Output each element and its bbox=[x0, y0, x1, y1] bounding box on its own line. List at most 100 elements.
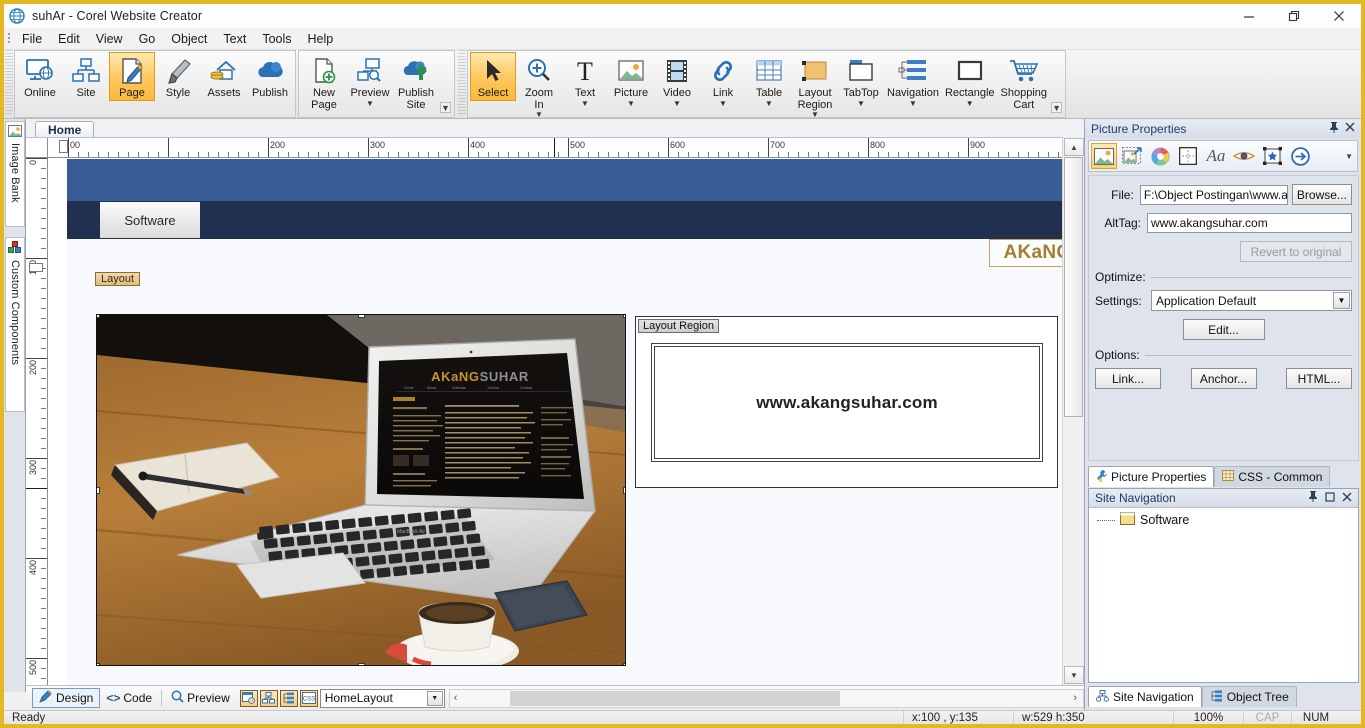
chevron-down-icon[interactable]: ▼ bbox=[366, 99, 374, 107]
tool-table[interactable]: Table ▼ bbox=[746, 52, 792, 108]
chevron-down-icon[interactable]: ▼ bbox=[765, 99, 773, 107]
sidebar-item-image-bank[interactable]: Image Bank bbox=[5, 121, 25, 227]
menu-tools[interactable]: Tools bbox=[254, 30, 299, 48]
settings-select[interactable]: Application Default ▼ bbox=[1151, 290, 1352, 311]
resize-handle-s[interactable] bbox=[358, 663, 365, 665]
layout-region-tag[interactable]: Layout Region bbox=[638, 319, 719, 333]
menu-go[interactable]: Go bbox=[131, 30, 164, 48]
page-properties-icon[interactable] bbox=[239, 689, 258, 707]
font-aa-icon[interactable]: Aa bbox=[1203, 143, 1229, 169]
resize-image-icon[interactable] bbox=[1119, 143, 1145, 169]
tool-preview[interactable]: Preview ▼ bbox=[347, 52, 393, 108]
tool-shopping-cart[interactable]: Shopping Cart bbox=[998, 52, 1051, 112]
resize-handle-ne[interactable] bbox=[623, 315, 625, 318]
chevron-down-icon[interactable]: ▼ bbox=[581, 99, 589, 107]
menu-text[interactable]: Text bbox=[215, 30, 254, 48]
chevron-down-icon[interactable]: ▼ bbox=[535, 111, 543, 119]
menu-edit[interactable]: Edit bbox=[50, 30, 88, 48]
chevron-down-icon[interactable]: ▼ bbox=[857, 99, 865, 107]
tool-page[interactable]: Page bbox=[109, 52, 155, 101]
chevron-down-icon[interactable]: ▼ bbox=[909, 99, 917, 107]
tool-style[interactable]: Style bbox=[155, 52, 201, 101]
resize-handle-w[interactable] bbox=[97, 487, 100, 494]
canvas-vertical-scrollbar[interactable]: ▲ ▼ bbox=[1062, 137, 1084, 685]
toolbar-grip-icon[interactable] bbox=[5, 50, 13, 116]
close-icon[interactable] bbox=[1342, 491, 1352, 505]
toolbar-overflow-button[interactable]: ▼ bbox=[440, 102, 451, 113]
view-preview-button[interactable]: Preview bbox=[165, 689, 236, 707]
tool-picture[interactable]: Picture ▼ bbox=[608, 52, 654, 108]
border-icon[interactable] bbox=[1175, 143, 1201, 169]
edit-button[interactable]: Edit... bbox=[1182, 319, 1265, 340]
maximize-button[interactable] bbox=[1271, 4, 1316, 28]
chevron-down-icon[interactable]: ▼ bbox=[426, 690, 443, 706]
tab-picture-properties[interactable]: Picture Properties bbox=[1088, 466, 1215, 487]
object-tree-icon[interactable] bbox=[279, 689, 298, 707]
chevron-down-icon[interactable]: ▼ bbox=[1333, 292, 1350, 309]
pin-icon[interactable] bbox=[1308, 491, 1318, 505]
tool-video[interactable]: Video ▼ bbox=[654, 52, 700, 108]
close-button[interactable] bbox=[1316, 4, 1361, 28]
tool-text[interactable]: T Text ▼ bbox=[562, 52, 608, 108]
canvas-horizontal-scrollbar[interactable]: ‹ › bbox=[448, 688, 1084, 708]
scroll-left-button[interactable]: ‹ bbox=[454, 692, 458, 704]
toolbar-overflow-button-2[interactable]: ▼ bbox=[1051, 102, 1063, 113]
scroll-down-button[interactable]: ▼ bbox=[1064, 666, 1084, 684]
picture-icon[interactable] bbox=[1091, 143, 1117, 169]
html-button[interactable]: HTML... bbox=[1286, 368, 1352, 389]
layout-select[interactable]: HomeLayout ▼ bbox=[319, 688, 445, 708]
tab-site-navigation[interactable]: Site Navigation bbox=[1088, 686, 1202, 707]
revert-to-original-button[interactable]: Revert to original bbox=[1240, 241, 1352, 262]
ruler-margin-marker[interactable] bbox=[59, 140, 68, 153]
action-arrow-icon[interactable] bbox=[1287, 143, 1313, 169]
hotspot-icon[interactable] bbox=[1259, 143, 1285, 169]
browse-button[interactable]: Browse... bbox=[1291, 184, 1352, 205]
tool-link[interactable]: Link ▼ bbox=[700, 52, 746, 108]
resize-handle-sw[interactable] bbox=[97, 663, 100, 665]
menu-view[interactable]: View bbox=[88, 30, 131, 48]
tab-home[interactable]: Home bbox=[35, 121, 95, 137]
rollover-eye-icon[interactable] bbox=[1231, 143, 1257, 169]
tool-navigation[interactable]: Navigation ▼ bbox=[884, 52, 942, 108]
tool-zoom-in[interactable]: Zoom In ▼ bbox=[516, 52, 562, 119]
layout-tag[interactable]: Layout bbox=[95, 272, 141, 286]
tool-publish[interactable]: Publish bbox=[247, 52, 293, 101]
chevron-down-icon[interactable]: ▼ bbox=[719, 99, 727, 107]
link-button[interactable]: Link... bbox=[1095, 368, 1161, 389]
maximize-icon[interactable] bbox=[1325, 491, 1335, 505]
tab-css-common[interactable]: CSS - Common bbox=[1214, 466, 1331, 487]
pin-icon[interactable] bbox=[1329, 121, 1339, 136]
close-icon[interactable] bbox=[1345, 122, 1355, 136]
minimize-button[interactable] bbox=[1226, 4, 1271, 28]
tool-select[interactable]: Select bbox=[470, 52, 516, 101]
design-canvas[interactable]: 002003004005006007008009001000 010020030… bbox=[26, 137, 1084, 686]
tree-item-software[interactable]: Software bbox=[1089, 508, 1358, 528]
view-design-button[interactable]: Design bbox=[32, 688, 101, 708]
menu-file[interactable]: File bbox=[14, 30, 50, 48]
site-nav-button-software[interactable]: Software bbox=[100, 202, 200, 238]
resize-handle-nw[interactable] bbox=[97, 315, 100, 318]
site-structure-icon[interactable] bbox=[259, 689, 278, 707]
page-surface[interactable]: Software Layout AKaNGSUHAR Home About So… bbox=[49, 159, 1062, 686]
color-wheel-icon[interactable] bbox=[1147, 143, 1173, 169]
panel-overflow-button[interactable]: ▼ bbox=[1345, 152, 1355, 161]
tab-object-tree[interactable]: Object Tree bbox=[1201, 686, 1297, 707]
menu-object[interactable]: Object bbox=[163, 30, 215, 48]
vruler-margin-marker[interactable] bbox=[29, 263, 43, 272]
sidebar-item-custom-components[interactable]: Custom Components bbox=[5, 237, 25, 412]
tool-assets[interactable]: Assets bbox=[201, 52, 247, 101]
file-input[interactable]: F:\Object Postingan\www.akan bbox=[1139, 184, 1288, 205]
anchor-button[interactable]: Anchor... bbox=[1190, 368, 1257, 389]
tool-rectangle[interactable]: Rectangle ▼ bbox=[942, 52, 998, 108]
tool-site[interactable]: Site bbox=[63, 52, 109, 101]
chevron-down-icon[interactable]: ▼ bbox=[966, 99, 974, 107]
chevron-down-icon[interactable]: ▼ bbox=[673, 99, 681, 107]
tool-tabtop[interactable]: TabTop ▼ bbox=[838, 52, 884, 108]
scroll-right-button[interactable]: › bbox=[1073, 692, 1077, 704]
scroll-up-button[interactable]: ▲ bbox=[1064, 138, 1084, 156]
view-code-button[interactable]: <> Code bbox=[100, 690, 158, 706]
resize-handle-n[interactable] bbox=[358, 315, 365, 318]
selected-picture-object[interactable]: AKaNGSUHAR Home About Software Tutorial Co… bbox=[96, 314, 626, 666]
chevron-down-icon[interactable]: ▼ bbox=[627, 99, 635, 107]
hscroll-thumb[interactable] bbox=[509, 690, 840, 706]
